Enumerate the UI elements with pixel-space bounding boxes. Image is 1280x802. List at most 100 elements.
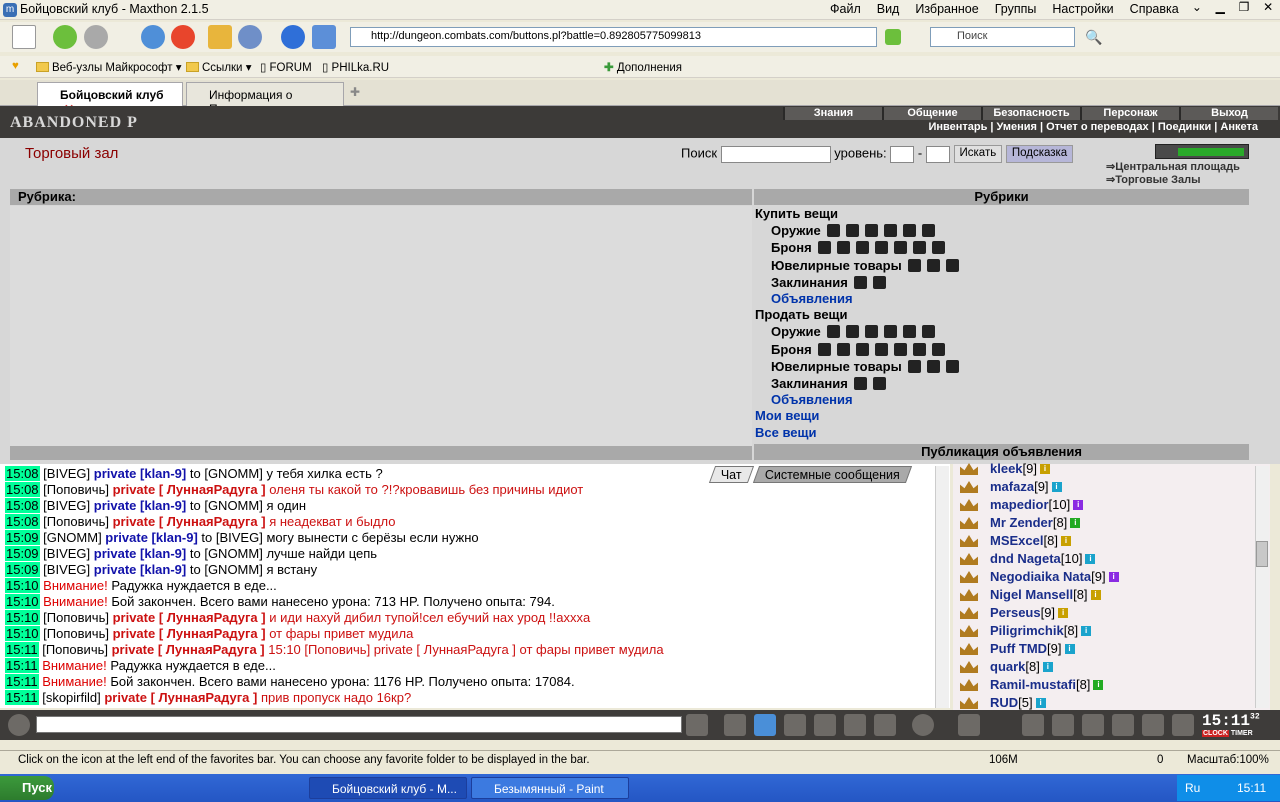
address-bar[interactable]: http://dungeon.combats.com/buttons.pl?ba… (350, 27, 877, 47)
user-row[interactable]: Puff TMD [9] i (960, 640, 1119, 658)
addons-button[interactable]: ✚ Дополнения (604, 60, 682, 74)
user-row[interactable]: Piligrimchik [8] i (960, 622, 1119, 640)
user-nick[interactable]: MSExcel (990, 532, 1043, 550)
emoticon-icon[interactable] (912, 714, 934, 736)
history-icon[interactable] (281, 25, 305, 49)
menu-toggle-icon[interactable]: ⌄ (1192, 0, 1202, 18)
info-icon[interactable]: i (1108, 572, 1119, 582)
chat-sender[interactable]: Поповичь (47, 482, 106, 497)
chat-private-tag[interactable]: private [klan-9] (105, 530, 197, 545)
info-icon[interactable]: i (1064, 644, 1075, 654)
tab-chat[interactable]: Чат (708, 466, 754, 483)
sell-jewelry[interactable]: Ювелирные товары (755, 359, 959, 375)
buy-spells[interactable]: Заклинания (755, 275, 959, 291)
sub-nav[interactable]: Инвентарь | Умения | Отчет о переводах |… (783, 121, 1278, 134)
chat-sender[interactable]: Поповичь (47, 514, 106, 529)
chat-private-tag[interactable]: private [klan-9] (94, 466, 186, 481)
info-icon[interactable]: i (1051, 482, 1062, 492)
user-row[interactable]: mafaza [9] i (960, 478, 1119, 496)
translit-icon[interactable] (844, 714, 866, 736)
user-row[interactable]: Ramil-mustafi [8] i (960, 676, 1119, 694)
all-items-link[interactable]: Все вещи (755, 425, 959, 441)
buy-ads-link[interactable]: Объявления (755, 291, 959, 307)
link-trade-halls[interactable]: ⇒Торговые Залы (1106, 174, 1240, 187)
buy-jewelry[interactable]: Ювелирные товары (755, 258, 959, 274)
fav-microsoft[interactable]: Веб-узлы Майкрософт ▾ (36, 60, 182, 74)
screen-icon[interactable] (312, 25, 336, 49)
user-nick[interactable]: mafaza (990, 478, 1034, 496)
chat-sender[interactable]: Поповичь (47, 610, 106, 625)
link-central-square[interactable]: ⇒Центральная площадь (1106, 161, 1240, 174)
fav-links[interactable]: Ссылки ▾ (186, 60, 251, 74)
chat-sender[interactable]: BIVEG (47, 546, 87, 561)
info-icon[interactable]: i (1090, 590, 1101, 600)
user-nick[interactable]: Ramil-mustafi (990, 676, 1076, 694)
user-row[interactable]: mapedior [10] i (960, 496, 1119, 514)
forward-icon[interactable] (84, 25, 108, 49)
stop-icon[interactable] (171, 25, 195, 49)
back-icon[interactable] (53, 25, 77, 49)
chat-scrollbar[interactable] (935, 466, 949, 708)
go-icon[interactable] (885, 29, 901, 45)
home-icon[interactable] (208, 25, 232, 49)
chat-private-tag[interactable]: private [ ЛуннаяРадуга ] (113, 626, 266, 641)
chat-private-tag[interactable]: private [ ЛуннаяРадуга ] (113, 482, 266, 497)
info-icon[interactable]: i (1093, 680, 1104, 690)
sell-ads-link[interactable]: Объявления (755, 392, 959, 408)
level-from-input[interactable] (890, 145, 915, 163)
chat-private-tag[interactable]: private [ ЛуннаяРадуга ] (112, 642, 265, 657)
user-nick[interactable]: mapedior (990, 496, 1049, 514)
user-nick[interactable]: quark (990, 658, 1025, 676)
user-row[interactable]: dnd Nageta [10] i (960, 550, 1119, 568)
info-icon[interactable]: i (1070, 518, 1081, 528)
undo-icon[interactable] (238, 25, 262, 49)
fight-icon[interactable] (1082, 714, 1104, 736)
chat-private-tag[interactable]: private [klan-9] (94, 546, 186, 561)
sell-weapons[interactable]: Оружие (755, 324, 959, 340)
start-button[interactable]: Пуск (0, 776, 54, 800)
info-icon[interactable]: i (1085, 554, 1096, 564)
new-tab-icon[interactable]: ✚ (350, 85, 360, 99)
task-paint[interactable]: Безымянный - Paint (471, 777, 629, 799)
chat-sender[interactable]: BIVEG (47, 562, 87, 577)
user-nick[interactable]: kleek (990, 460, 1023, 478)
chat-sender[interactable]: Поповичь (47, 626, 106, 641)
nav-knowledge[interactable]: Знания (783, 107, 882, 120)
user-row[interactable]: Perseus [9] i (960, 604, 1119, 622)
user-row[interactable]: Mr Zender [8] i (960, 514, 1119, 532)
info-icon[interactable]: i (1073, 500, 1084, 510)
settings-icon[interactable] (958, 714, 980, 736)
chat-private-tag[interactable]: private [klan-9] (94, 562, 186, 577)
tab-info[interactable]: Информация о Поповичь (186, 82, 344, 116)
menu-favorites[interactable]: Избранное (915, 2, 978, 16)
info-icon[interactable]: i (1035, 698, 1046, 708)
user-nick[interactable]: Negodiaika Nata (990, 568, 1091, 586)
send-icon[interactable] (686, 714, 708, 736)
weapon-icon[interactable] (1052, 714, 1074, 736)
character-icon[interactable] (1022, 714, 1044, 736)
buy-armor[interactable]: Броня (755, 240, 959, 256)
buy-weapons[interactable]: Оружие (755, 223, 959, 239)
chat-private-tag[interactable]: private [klan-9] (94, 498, 186, 513)
minimize-icon[interactable]: ▁ (1216, 0, 1225, 18)
chat-private-tag[interactable]: private [ ЛуннаяРадуга ] (113, 514, 266, 529)
restore-icon[interactable]: ❐ (1239, 0, 1250, 18)
sound-icon[interactable] (874, 714, 896, 736)
user-nick[interactable]: Mr Zender (990, 514, 1053, 532)
users-scroll-thumb[interactable] (1256, 541, 1268, 567)
task-combats[interactable]: Бойцовский клуб - M... (309, 777, 467, 799)
chat-sender[interactable]: skopirfild (46, 690, 97, 705)
fav-forum[interactable]: ▯ FORUM (260, 60, 312, 74)
search-button[interactable]: Искать (953, 145, 1003, 163)
zoom-level[interactable]: Масштаб:100% (1187, 754, 1269, 766)
user-nick[interactable]: Puff TMD (990, 640, 1047, 658)
close-icon[interactable]: ✕ (1263, 0, 1273, 18)
info-icon[interactable]: i (1060, 536, 1071, 546)
nav-exit[interactable]: Выход (1179, 107, 1278, 120)
chat-private-tag[interactable]: private [ ЛуннаяРадуга ] (113, 610, 266, 625)
chat-sender[interactable]: Поповичь (46, 642, 105, 657)
fav-philka[interactable]: ▯ PHILka.RU (322, 60, 389, 74)
menu-settings[interactable]: Настройки (1052, 2, 1113, 16)
menu-groups[interactable]: Группы (995, 2, 1037, 16)
new-page-icon[interactable] (12, 25, 36, 49)
